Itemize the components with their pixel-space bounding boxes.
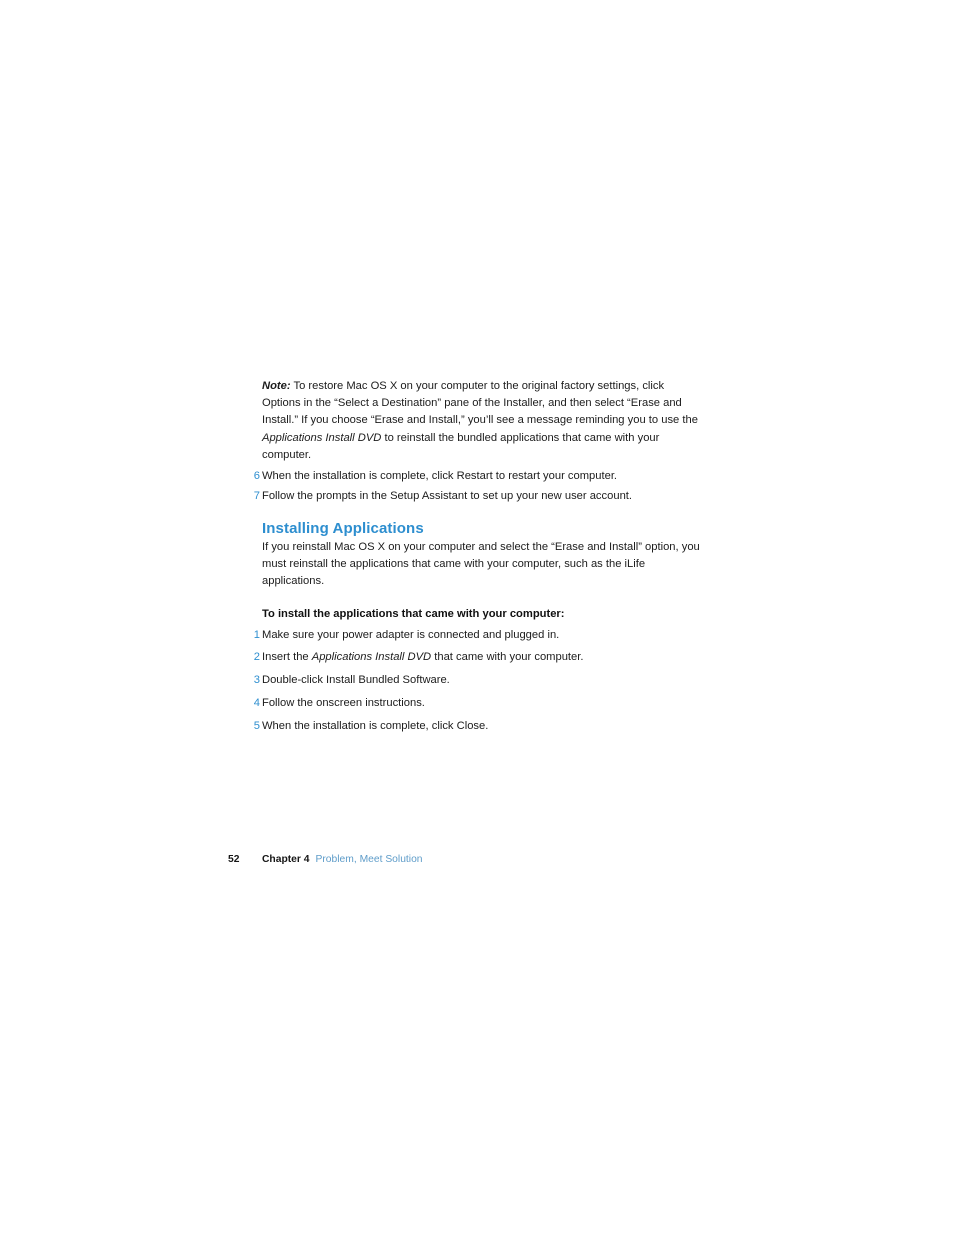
list-item: 4 Follow the onscreen instructions.: [228, 695, 704, 712]
page-number: 52: [228, 854, 240, 865]
step-number: 2: [253, 651, 260, 664]
install-steps-list: 1 Make sure your power adapter is connec…: [228, 627, 704, 735]
step-text: Double-click Install Bundled Software.: [262, 674, 450, 687]
section-intro-paragraph: If you reinstall Mac OS X on your comput…: [262, 540, 700, 588]
step-text: Follow the prompts in the Setup Assistan…: [262, 489, 633, 502]
step-number: 5: [253, 719, 260, 732]
step-text-part2: that came with your computer.: [431, 651, 584, 664]
step-text: Make sure your power adapter is connecte…: [262, 628, 560, 641]
step-number: 4: [253, 696, 260, 709]
step-number: 3: [253, 674, 260, 687]
step-text-part1: Insert the: [262, 651, 312, 664]
continued-steps-list: 6 When the installation is complete, cli…: [228, 468, 704, 505]
list-item: 5 When the installation is complete, cli…: [228, 718, 704, 735]
step-italic-title: Applications Install DVD: [311, 651, 432, 664]
note-text-part1: To restore Mac OS X on your computer to …: [262, 380, 698, 427]
chapter-label: Chapter 4: [262, 854, 310, 865]
step-text: When the installation is complete, click…: [262, 719, 489, 732]
list-item: 1 Make sure your power adapter is connec…: [228, 627, 704, 644]
list-item: 7 Follow the prompts in the Setup Assist…: [228, 488, 704, 505]
step-number: 7: [253, 489, 260, 502]
note-italic-title: Applications Install DVD: [262, 431, 382, 444]
step-text: Follow the onscreen instructions.: [262, 696, 425, 709]
note-paragraph: Note: To restore Mac OS X on your comput…: [228, 378, 704, 464]
list-item: 3 Double-click Install Bundled Software.: [228, 672, 704, 689]
list-item: 6 When the installation is complete, cli…: [228, 468, 704, 485]
page-footer: 52 Chapter 4 Problem, Meet Solution: [228, 853, 423, 867]
list-item: 2 Insert the Applications Install DVD th…: [228, 649, 704, 666]
step-number: 1: [253, 628, 260, 641]
note-label: Note:: [262, 380, 291, 392]
step-text: When the installation is complete, click…: [262, 470, 618, 483]
section-heading: Installing Applications: [262, 519, 424, 537]
step-number: 6: [253, 470, 260, 483]
procedure-lead-in: To install the applications that came wi…: [262, 607, 565, 620]
chapter-title: Problem, Meet Solution: [315, 854, 423, 865]
document-page: Note: To restore Mac OS X on your comput…: [0, 0, 954, 1235]
page-content: Note: To restore Mac OS X on your comput…: [228, 378, 704, 740]
